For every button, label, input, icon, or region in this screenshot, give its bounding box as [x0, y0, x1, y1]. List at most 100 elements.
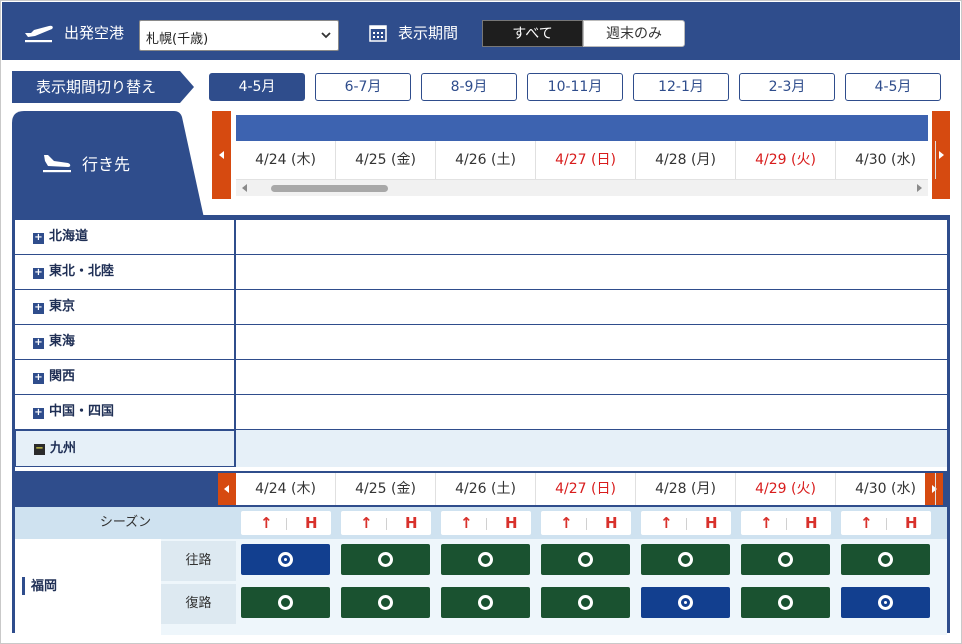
- expand-plus-icon[interactable]: +: [33, 268, 44, 279]
- fare-button[interactable]: [436, 544, 536, 576]
- region-row-tokai[interactable]: + 東海: [15, 325, 947, 360]
- scrollbar-thumb[interactable]: [271, 185, 388, 192]
- expand-plus-icon[interactable]: +: [33, 338, 44, 349]
- expand-plus-icon[interactable]: +: [33, 233, 44, 244]
- available-circle-icon: [678, 552, 693, 567]
- region-row-tokyo[interactable]: + 東京: [15, 290, 947, 325]
- date-cell: 4/25 (金): [336, 473, 436, 505]
- fare-pill: [641, 587, 730, 618]
- expand-plus-icon[interactable]: +: [33, 408, 44, 419]
- month-tab-apr-may-next[interactable]: 4-5月: [845, 73, 941, 101]
- fare-button-selected[interactable]: [236, 544, 336, 576]
- date-strip-bar: [236, 115, 928, 141]
- region-name: + 北海道: [15, 220, 236, 254]
- fare-button[interactable]: [736, 587, 836, 619]
- arrow-up-icon: ↑: [760, 514, 773, 532]
- horizontal-scrollbar[interactable]: [236, 179, 928, 196]
- region-name: + 東北・北陸: [15, 255, 236, 289]
- region-row-hokkaido[interactable]: + 北海道: [15, 220, 947, 255]
- available-circle-icon: [678, 595, 693, 610]
- arrow-up-icon: ↑: [360, 514, 373, 532]
- region-row-chugoku-shikoku[interactable]: + 中国・四国: [15, 395, 947, 430]
- divider: [386, 518, 387, 530]
- high-season-mark: H: [705, 514, 718, 532]
- fare-button[interactable]: [836, 544, 936, 576]
- available-circle-icon: [378, 552, 393, 567]
- origin-airport-select[interactable]: 札幌(千歳): [139, 20, 339, 51]
- month-tab-jun-jul[interactable]: 6-7月: [315, 73, 411, 101]
- season-box: ↑ H: [741, 511, 831, 535]
- fare-button[interactable]: [536, 587, 636, 619]
- origin-airport-label: 出発空港: [64, 24, 125, 42]
- fare-pill: [341, 544, 430, 575]
- month-tab-dec-jan[interactable]: 12-1月: [633, 73, 729, 101]
- season-cell: ↑ H: [636, 507, 736, 539]
- period-switch-label: 表示期間切り替え: [12, 71, 194, 103]
- available-circle-icon: [778, 552, 793, 567]
- city-marker: [22, 577, 25, 595]
- month-tab-aug-sep[interactable]: 8-9月: [421, 73, 517, 101]
- fare-button[interactable]: [436, 587, 536, 619]
- region-table: + 北海道 + 東北・北陸 + 東京 + 東海 + 関西 + 中国・四国 − 九州 4/24 …: [12, 215, 950, 635]
- fare-button-selected[interactable]: [836, 587, 936, 619]
- season-box: ↑ H: [641, 511, 731, 535]
- airplane-takeoff-icon: [25, 25, 53, 43]
- fare-pill: [741, 544, 830, 575]
- period-switch-text: 表示期間切り替え: [36, 78, 157, 96]
- fare-button[interactable]: [336, 544, 436, 576]
- season-cell: ↑ H: [336, 507, 436, 539]
- date-cell: 4/24 (木): [236, 141, 336, 179]
- fare-pill: [541, 544, 630, 575]
- arrow-up-icon: ↑: [560, 514, 573, 532]
- region-row-tohoku-hokuriku[interactable]: + 東北・北陸: [15, 255, 947, 290]
- destination-label: 行き先: [82, 155, 131, 174]
- season-cell: ↑ H: [836, 507, 936, 539]
- region-label: 九州: [50, 441, 77, 456]
- fare-button[interactable]: [336, 587, 436, 619]
- fare-button[interactable]: [536, 544, 636, 576]
- month-tab-apr-may[interactable]: 4-5月: [209, 73, 305, 101]
- fare-button[interactable]: [236, 587, 336, 619]
- city-name: 福岡: [15, 539, 161, 635]
- region-row-kansai[interactable]: + 関西: [15, 360, 947, 395]
- inner-scroll-left-arrow[interactable]: [218, 473, 236, 505]
- available-circle-icon: [378, 595, 393, 610]
- region-name: + 中国・四国: [15, 395, 236, 429]
- season-box: ↑ H: [441, 511, 531, 535]
- month-tab-oct-nov[interactable]: 10-11月: [527, 73, 623, 101]
- date-cell-holiday: 4/27 (日): [536, 473, 636, 505]
- season-cell: ↑ H: [736, 507, 836, 539]
- fare-button[interactable]: [736, 544, 836, 576]
- date-cell: 4/28 (月): [636, 473, 736, 505]
- month-tab-feb-mar[interactable]: 2-3月: [739, 73, 835, 101]
- available-circle-icon: [578, 552, 593, 567]
- available-circle-icon: [278, 595, 293, 610]
- collapse-minus-icon[interactable]: −: [34, 444, 45, 455]
- fare-pill: [841, 587, 930, 618]
- expand-plus-icon[interactable]: +: [33, 303, 44, 314]
- fare-button-selected[interactable]: [636, 587, 736, 619]
- season-row: シーズン ↑ H ↑ H ↑ H ↑ H ↑ H ↑ H ↑ H: [15, 507, 947, 539]
- destination-header: 行き先: [12, 111, 204, 218]
- fare-button[interactable]: [636, 544, 736, 576]
- divider: [486, 518, 487, 530]
- scroll-left-arrow[interactable]: [212, 111, 231, 199]
- scrollbar-left-icon[interactable]: [242, 184, 247, 192]
- scrollbar-right-icon[interactable]: [917, 184, 922, 192]
- period-all-button[interactable]: すべて: [482, 20, 583, 47]
- date-cell: 4/30 (水): [836, 473, 936, 505]
- fare-pill: [441, 587, 530, 618]
- divider: [286, 518, 287, 530]
- outbound-label: 往路: [161, 541, 236, 581]
- fare-pill: [741, 587, 830, 618]
- date-cell: 4/26 (土): [436, 473, 536, 505]
- period-weekend-button[interactable]: 週末のみ: [583, 20, 685, 47]
- display-period-label: 表示期間: [398, 24, 459, 42]
- expand-plus-icon[interactable]: +: [33, 373, 44, 384]
- divider: [686, 518, 687, 530]
- fare-pill: [641, 544, 730, 575]
- arrow-up-icon: ↑: [660, 514, 673, 532]
- fare-pill: [241, 587, 330, 618]
- region-row-kyushu[interactable]: − 九州: [15, 430, 947, 467]
- high-season-mark: H: [905, 514, 918, 532]
